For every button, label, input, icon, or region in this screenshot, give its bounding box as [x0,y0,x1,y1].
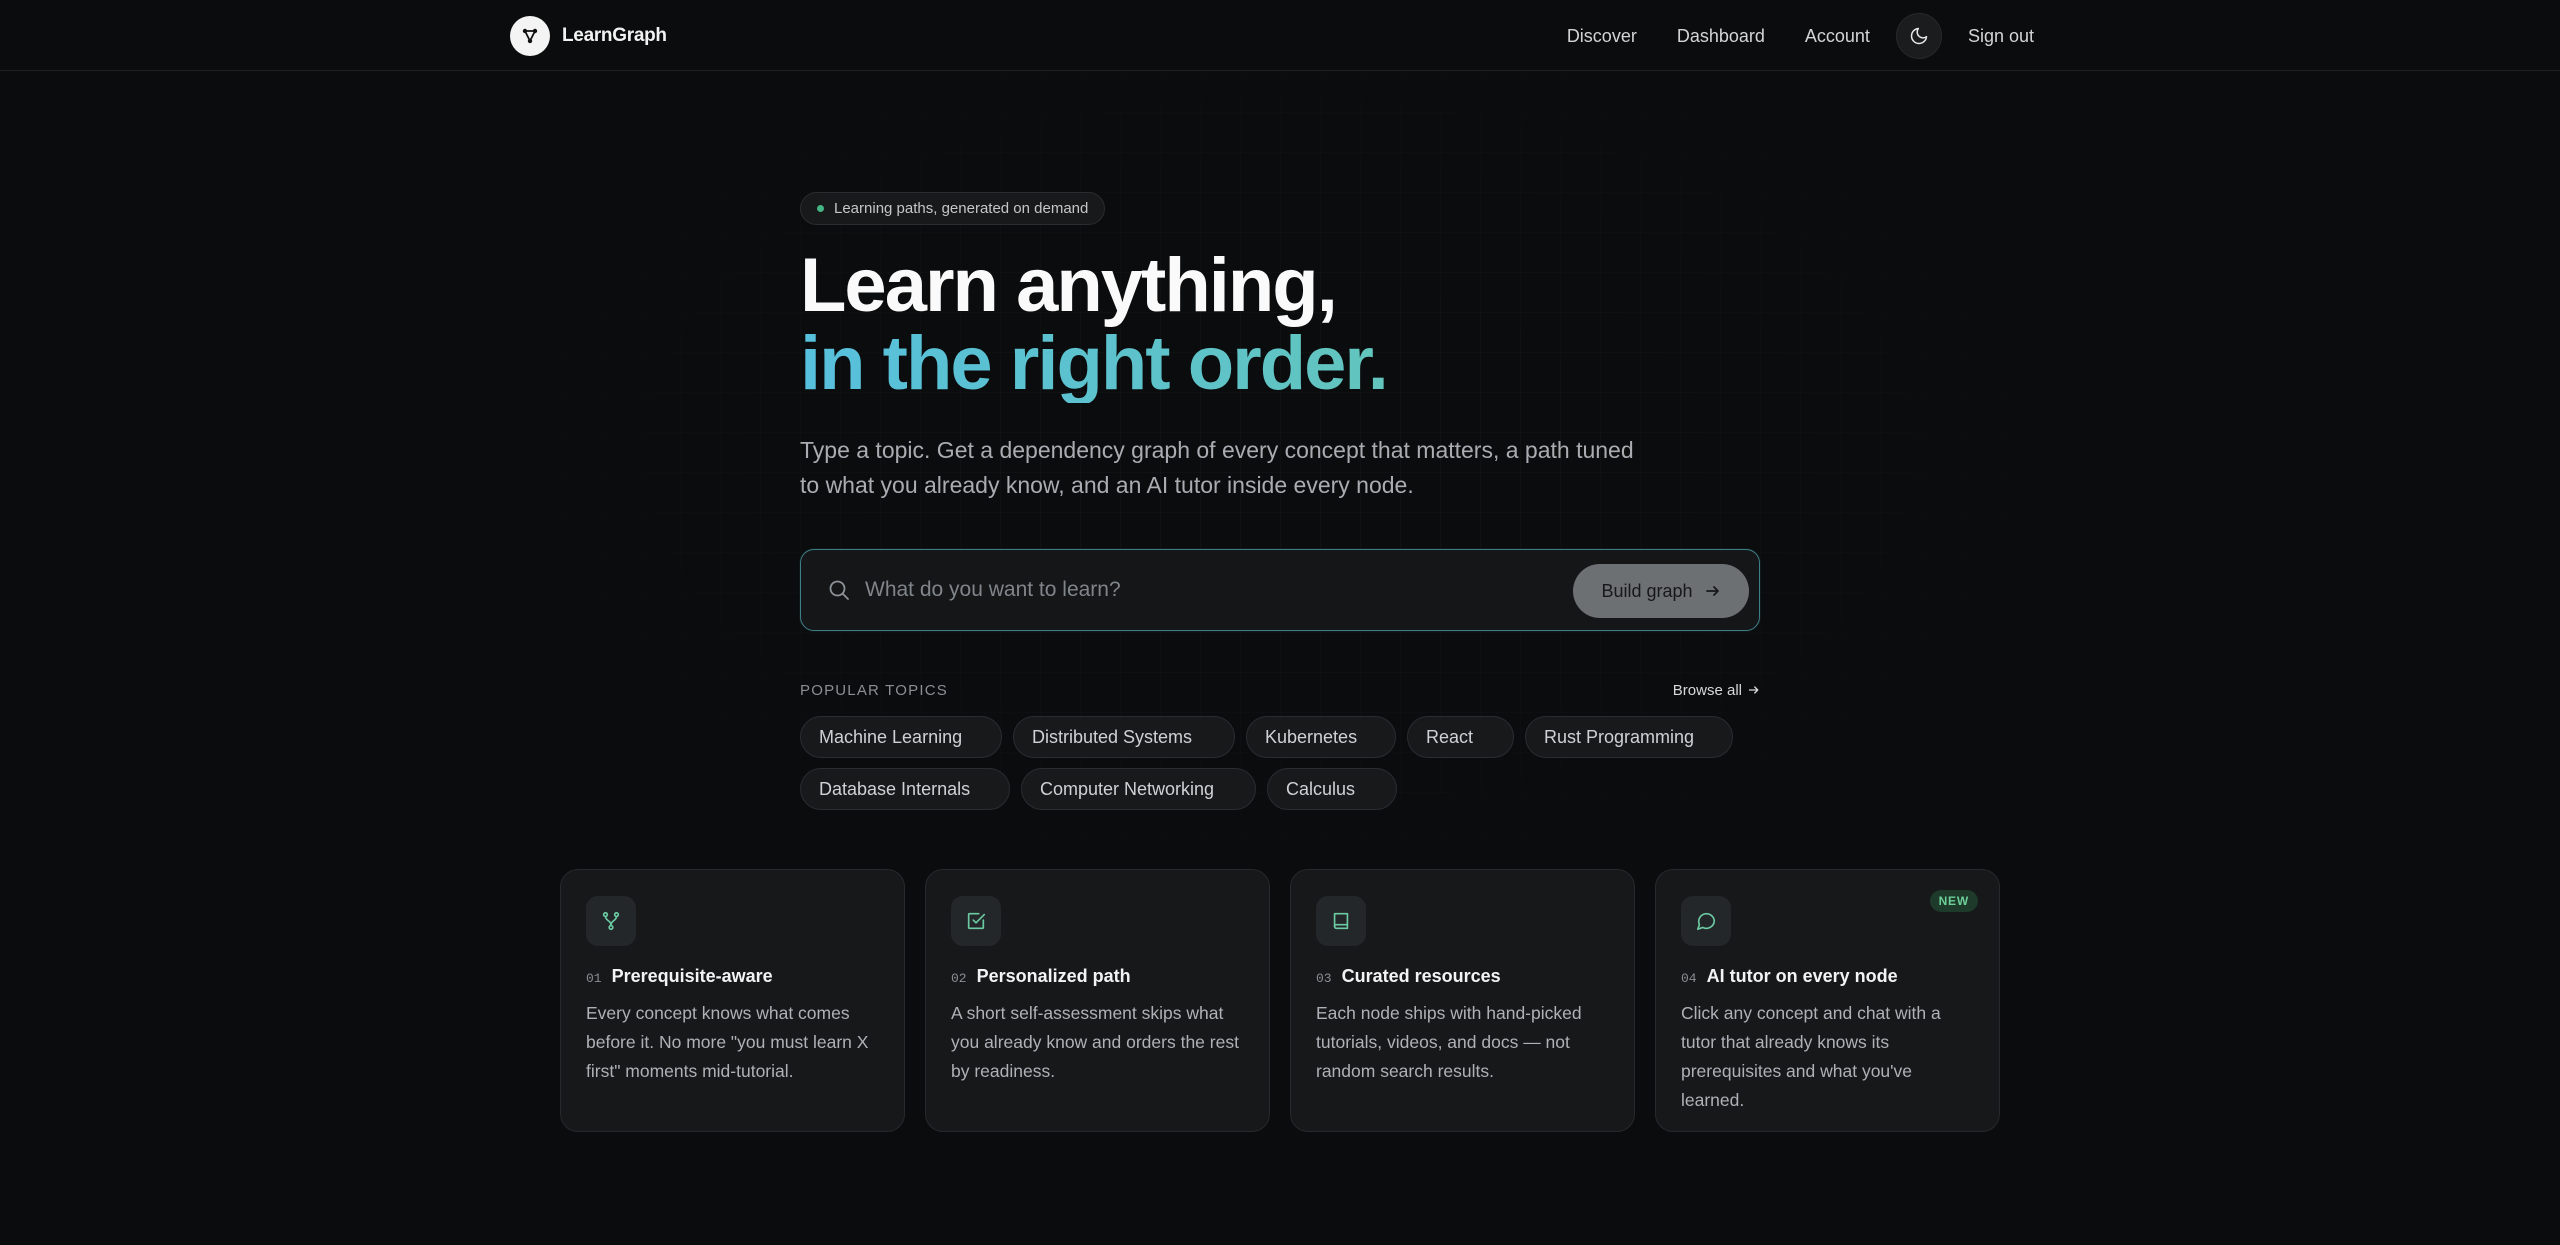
top-nav: LearnGraph Discover Dashboard Account Si… [0,0,2560,71]
nav-discover[interactable]: Discover [1567,26,1637,47]
topic-chip[interactable]: Machine Learning [800,716,1002,758]
build-graph-label: Build graph [1601,580,1693,601]
topic-chip[interactable]: Kubernetes [1246,716,1396,758]
search-bar: Build graph [800,549,1760,631]
moon-icon [1910,27,1928,45]
status-dot-icon [817,205,824,212]
nav-links: Discover Dashboard Account Sign out [1567,13,2034,59]
hero-title: Learn anything, in the right order. [800,247,1760,403]
topic-chip[interactable]: Computer Networking [1021,768,1256,810]
feature-card: NEW 04 AI tutor on every node Click any … [1655,869,2000,1132]
book-icon [1316,896,1366,946]
search-input[interactable] [865,570,1565,610]
browse-all-label: Browse all [1672,681,1742,699]
card-number: 02 [951,971,967,986]
card-title: Curated resources [1341,966,1501,986]
arrow-right-icon [1705,583,1721,599]
card-description: Click any concept and chat with a tutor … [1681,1003,1941,1110]
hero-title-line1: Learn anything, [800,243,1338,328]
build-graph-button[interactable]: Build graph [1573,564,1749,618]
nav-account[interactable]: Account [1805,26,1870,47]
graph-logo-icon [510,15,550,56]
search-icon [827,578,851,607]
sign-out-link[interactable]: Sign out [1968,26,2034,47]
popular-topics-label: POPULAR TOPICS [800,681,948,699]
git-fork-icon [586,896,636,946]
card-number: 03 [1316,971,1332,986]
feature-cards: 01 Prerequisite-aware Every concept know… [560,869,2000,1132]
topic-chips: Machine Learning Distributed Systems Kub… [800,716,1760,810]
hero: Learning paths, generated on demand Lear… [800,192,1760,631]
feature-card: 03 Curated resources Each node ships wit… [1290,869,1635,1132]
topic-chip[interactable]: Distributed Systems [1013,716,1235,758]
checkbox-icon [951,896,1001,946]
feature-card: 01 Prerequisite-aware Every concept know… [560,869,905,1132]
topic-chip[interactable]: Calculus [1267,768,1397,810]
topic-chip[interactable]: Database Internals [800,768,1010,810]
card-description: A short self-assessment skips what you a… [951,1003,1239,1081]
card-description: Each node ships with hand-picked tutoria… [1316,1003,1582,1081]
feature-card: 02 Personalized path A short self-assess… [925,869,1270,1132]
theme-toggle-button[interactable] [1895,13,1942,59]
browse-all-link[interactable]: Browse all [1673,682,1760,699]
chat-bubble-icon [1681,896,1731,946]
hero-pill-text: Learning paths, generated on demand [834,200,1089,217]
topic-chip[interactable]: React [1407,716,1514,758]
card-title: Prerequisite-aware [611,966,773,986]
card-description: Every concept knows what comes before it… [586,1003,869,1081]
nav-dashboard[interactable]: Dashboard [1677,26,1765,47]
brand-name: LearnGraph [562,24,667,46]
hero-subtitle: Type a topic. Get a dependency graph of … [800,437,1634,498]
new-badge: NEW [1929,890,1978,912]
card-number: 04 [1681,971,1697,986]
popular-topics: POPULAR TOPICS Browse all Machine Learni… [800,678,1760,810]
card-number: 01 [586,971,602,986]
arrow-right-icon [1748,684,1760,696]
brand[interactable]: LearnGraph [510,15,667,56]
hero-pill: Learning paths, generated on demand [800,192,1106,225]
hero-title-line2: in the right order. [800,325,1760,403]
card-title: AI tutor on every node [1706,966,1898,986]
topic-chip[interactable]: Rust Programming [1525,716,1733,758]
card-title: Personalized path [976,966,1131,986]
